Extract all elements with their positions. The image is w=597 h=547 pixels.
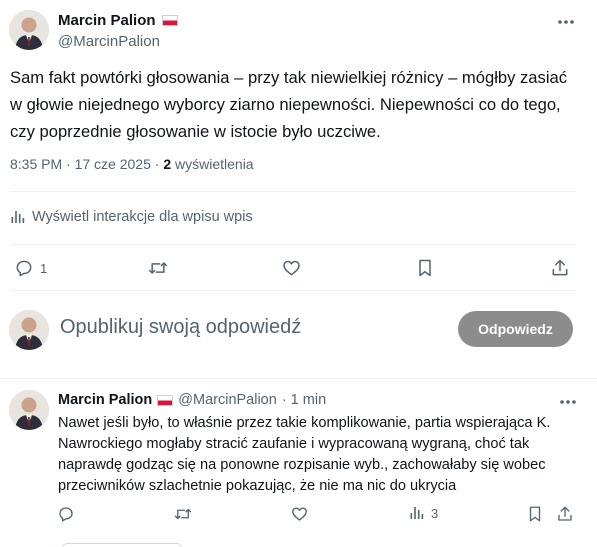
heart-icon	[292, 507, 307, 521]
poland-flag-icon	[161, 15, 178, 26]
reply-icon	[59, 507, 73, 522]
reply-reply-button[interactable]	[57, 505, 75, 523]
reply-icon	[16, 260, 32, 277]
reply-submit-button[interactable]: Odpowiedz	[458, 311, 573, 347]
reply-more-options-button[interactable]	[556, 392, 580, 412]
reply-views-count: 3	[431, 505, 439, 521]
analytics-label: Wyświetl interakcje dla wpisu wpis	[32, 209, 253, 225]
reply-action-button[interactable]: 1	[14, 258, 47, 278]
show-more-pill[interactable]	[62, 543, 182, 547]
divider	[0, 378, 597, 379]
bookmark-icon	[529, 506, 541, 522]
bookmark-action-button[interactable]	[416, 258, 434, 278]
divider	[10, 191, 576, 192]
reply-input[interactable]: Opublikuj swoją odpowiedź	[60, 316, 301, 339]
views-label: wyświetlenia	[175, 156, 254, 172]
heart-icon	[283, 260, 300, 276]
post-text: Sam fakt powtórki głosowania – przy tak …	[10, 68, 568, 141]
current-user-avatar[interactable]	[9, 310, 49, 350]
reply-views-button[interactable]: 3	[409, 505, 438, 521]
author-handle[interactable]: @MarcinPalion	[58, 33, 160, 50]
share-icon	[552, 259, 568, 276]
like-action-button[interactable]	[281, 258, 302, 278]
post-timestamp[interactable]: 8:35 PM · 17 cze 2025 ·	[10, 156, 163, 172]
reply-author-avatar[interactable]	[9, 390, 49, 430]
poland-flag-icon	[157, 394, 174, 406]
view-analytics-link[interactable]: Wyświetl interakcje dla wpisu wpis	[10, 209, 253, 225]
more-dots-icon	[558, 20, 574, 24]
repost-icon	[148, 262, 168, 274]
reply-count: 1	[40, 260, 48, 276]
divider	[10, 290, 576, 291]
more-options-button[interactable]	[554, 12, 578, 32]
divider	[10, 244, 576, 245]
analytics-icon	[410, 507, 424, 519]
reply-repost-button[interactable]	[173, 505, 193, 523]
share-action-button[interactable]	[550, 258, 570, 278]
reply-author-name[interactable]: Marcin Palion	[58, 392, 152, 408]
share-icon	[558, 506, 572, 521]
post-meta: 8:35 PM · 17 cze 2025 · 2 wyświetlenia	[10, 156, 254, 172]
bookmark-icon	[419, 259, 431, 277]
views-count: 2	[163, 156, 172, 172]
author-name-text: Marcin Palion	[58, 12, 156, 29]
reply-header: Marcin Palion @MarcinPalion · 1 min	[58, 392, 326, 408]
reply-composer: Opublikuj swoją odpowiedź Odpowiedz	[0, 300, 597, 362]
author-name[interactable]: Marcin Palion	[58, 12, 178, 29]
analytics-icon	[11, 211, 25, 223]
reply-bookmark-button[interactable]	[527, 505, 543, 523]
reply-time[interactable]: · 1 min	[282, 392, 326, 408]
reply-author-handle[interactable]: @MarcinPalion	[178, 392, 277, 408]
reply-like-button[interactable]	[290, 505, 309, 523]
reply-share-button[interactable]	[556, 505, 574, 523]
repost-icon	[174, 508, 192, 520]
author-avatar[interactable]	[9, 10, 49, 50]
repost-action-button[interactable]	[147, 258, 169, 278]
reply-text: Nawet jeśli było, to właśnie przez takie…	[58, 415, 551, 494]
more-dots-icon	[560, 400, 576, 404]
